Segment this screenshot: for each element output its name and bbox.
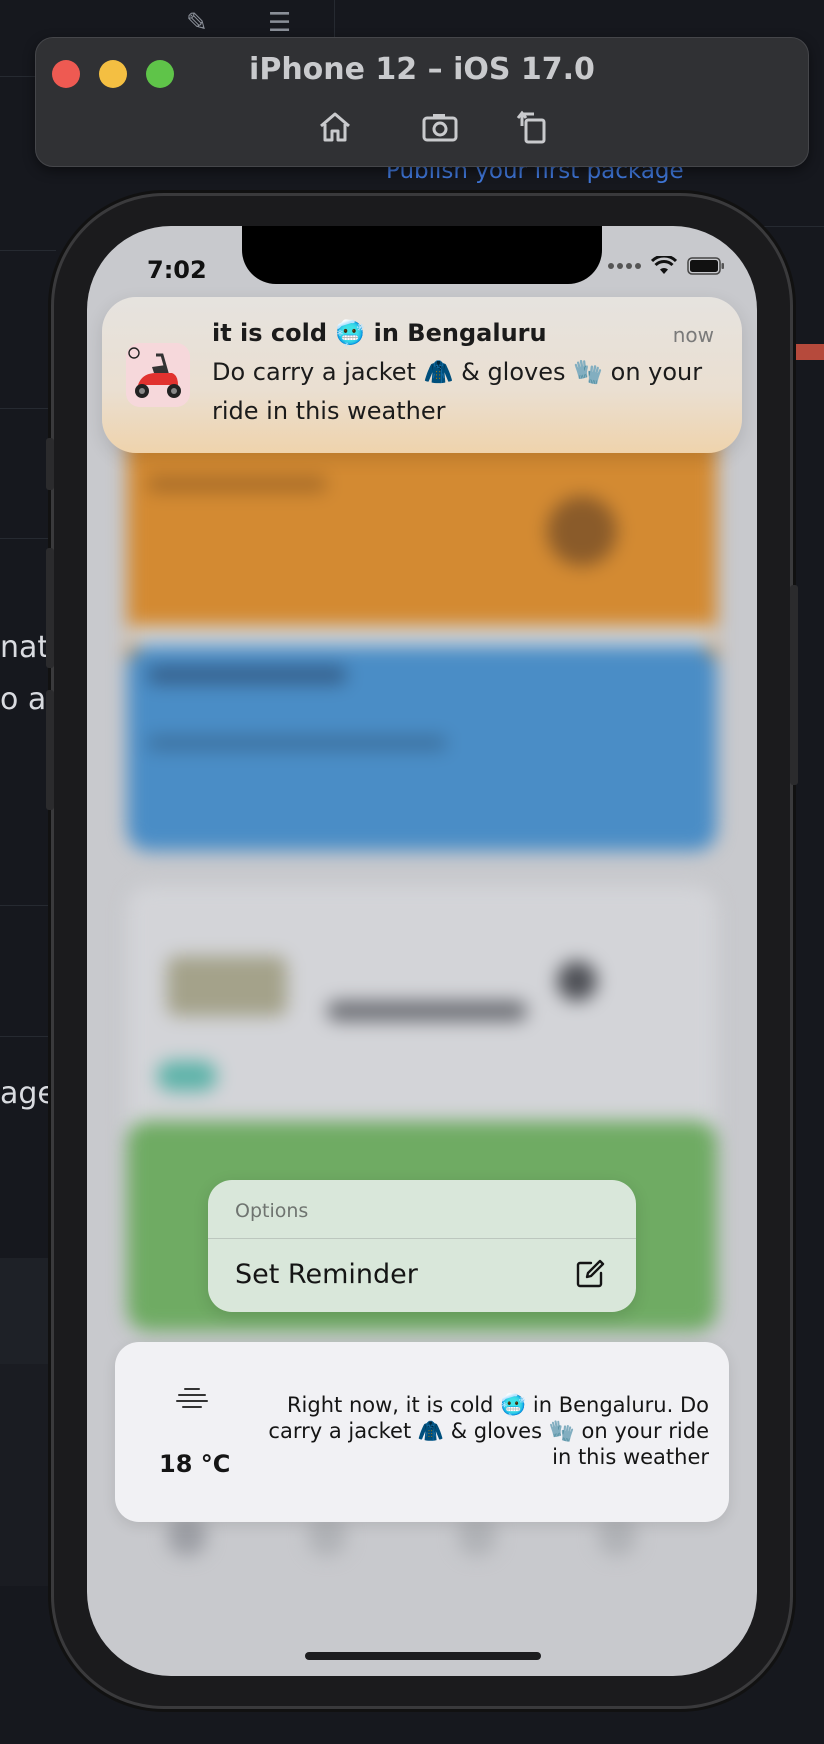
home-indicator[interactable] xyxy=(305,1652,541,1660)
divider xyxy=(0,1036,56,1037)
divider xyxy=(0,905,56,906)
app-card-gap xyxy=(127,626,717,646)
edit-pencil-icon[interactable]: ✎ xyxy=(186,8,208,38)
weather-message: Right now, it is cold 🥶 in Bengaluru. Do… xyxy=(268,1393,709,1469)
background-text-fragment: o a xyxy=(0,682,47,717)
scooter-app-icon xyxy=(126,343,190,407)
fog-icon xyxy=(176,1388,208,1408)
app-icon xyxy=(557,961,597,1001)
compose-icon xyxy=(576,1259,605,1288)
weather-widget[interactable]: 18 °C Right now, it is cold 🥶 in Bengalu… xyxy=(115,1342,729,1522)
app-image xyxy=(167,956,287,1016)
status-time: 7:02 xyxy=(147,256,207,284)
divider xyxy=(0,408,56,409)
push-notification[interactable]: it is cold 🥶 in Bengaluru now Do carry a… xyxy=(102,297,742,453)
divider xyxy=(760,226,824,227)
tab-bar-icon xyxy=(167,1516,207,1556)
divider xyxy=(334,0,335,40)
divider xyxy=(0,538,56,539)
app-text-block xyxy=(327,1001,527,1021)
menu-header: Options xyxy=(235,1200,309,1222)
set-reminder-menu-item[interactable]: Set Reminder xyxy=(208,1239,636,1312)
app-text-block xyxy=(147,666,347,684)
notification-time: now xyxy=(672,323,714,347)
screenshot-icon[interactable] xyxy=(419,106,461,148)
simulator-toolbar: iPhone 12 – iOS 17.0 xyxy=(35,37,809,167)
volume-down-button xyxy=(46,690,54,810)
volume-up-button xyxy=(46,548,54,668)
power-button xyxy=(790,585,798,785)
divider xyxy=(0,250,56,251)
options-menu: Options Set Reminder xyxy=(208,1180,636,1312)
tab-bar-icon xyxy=(307,1516,347,1556)
home-icon[interactable] xyxy=(314,106,356,148)
notch xyxy=(242,226,602,284)
tab-bar-icon xyxy=(457,1516,497,1556)
app-avatar xyxy=(547,496,617,566)
rotate-icon[interactable] xyxy=(512,106,554,148)
mute-switch xyxy=(46,438,54,490)
notification-title: it is cold 🥶 in Bengaluru xyxy=(212,319,547,347)
divider xyxy=(0,76,40,77)
error-indicator xyxy=(792,344,824,360)
tab-bar-icon xyxy=(597,1516,637,1556)
app-text-block xyxy=(147,736,447,750)
simulator-title: iPhone 12 – iOS 17.0 xyxy=(249,52,595,87)
menu-item-label: Set Reminder xyxy=(235,1259,418,1290)
notification-body: Do carry a jacket 🧥 & gloves 🧤 on your r… xyxy=(212,358,703,425)
list-icon[interactable]: ☰ xyxy=(268,8,291,38)
cellular-signal-icon xyxy=(608,263,641,269)
battery-icon xyxy=(687,257,724,275)
wifi-icon xyxy=(651,256,677,274)
temperature-label: 18 °C xyxy=(159,1450,231,1478)
app-text-block xyxy=(147,476,327,492)
status-icons xyxy=(608,256,725,276)
app-badge xyxy=(157,1061,217,1091)
